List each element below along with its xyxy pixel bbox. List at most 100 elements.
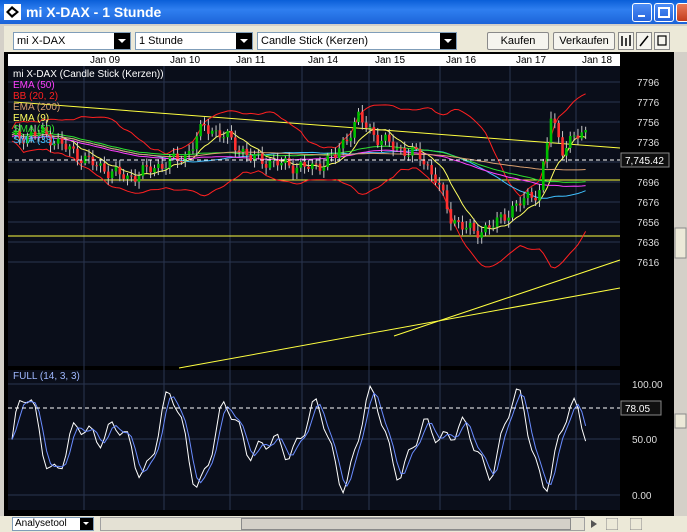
chevron-down-icon [80,518,93,530]
candle-body [241,148,245,153]
maximize-button[interactable] [654,3,674,22]
minimize-button[interactable] [632,3,652,22]
candle-body [276,159,279,166]
app-icon [4,4,21,20]
candle-body [187,150,191,155]
candle-body [403,147,406,156]
y-tick-label: 7796 [637,78,660,89]
bar-chart-icon [621,35,631,46]
analysis-tool-select[interactable]: Analysetool [12,517,94,531]
candle-body [130,175,133,177]
candle-body [157,163,160,169]
candle-body [426,164,430,166]
zoom-out-icon[interactable] [606,518,618,530]
candle-body [110,171,114,179]
interval-value: 1 Stunde [139,35,184,47]
candle-body [549,118,553,143]
oscillator-panel [8,370,620,510]
y-tick-label: 7616 [637,258,660,269]
candle-body [491,226,495,228]
chart-area[interactable]: Jan 09 Jan 10 Jan 11 Jan 14 Jan 15 Jan 16 Jan … [4,52,687,516]
candle-body [445,190,449,210]
candle-body [60,138,64,144]
y-tick-label: 7736 [637,138,660,149]
candle-body [545,142,549,162]
sell-button[interactable]: Verkaufen [553,32,615,50]
candle-body [172,153,175,157]
candle-body [515,203,518,206]
candle-body [368,127,372,129]
candle-body [553,118,557,123]
legend-entry: EMA (50) [13,80,55,91]
candle-body [380,140,383,146]
draw-line-button[interactable] [636,32,652,50]
candle-body [388,134,391,142]
candle-body [353,121,356,138]
candle-body [511,205,514,218]
vertical-scrollbar[interactable] [674,52,687,516]
candle-body [484,225,487,233]
chart-toolbar: mi X-DAX 1 Stunde Candle Stick (Kerzen) … [4,26,687,54]
candle-body [230,130,233,138]
candle-body [72,146,75,149]
candle-body [418,149,422,160]
last-price-label: 7,745.42 [625,156,664,167]
chart-type-select[interactable]: Candle Stick (Kerzen) [257,32,457,50]
chart-canvas[interactable]: Jan 09 Jan 10 Jan 11 Jan 14 Jan 15 Jan 16 Jan … [4,52,687,516]
candle-body [361,111,364,123]
candle-body [268,160,272,168]
candle-body [191,149,195,151]
close-button[interactable] [676,3,687,22]
candle-body [295,167,299,174]
candle-body [87,155,91,157]
interval-select[interactable]: 1 Stunde [135,32,253,50]
horizontal-scrollbar[interactable] [100,517,585,531]
candle-body [576,135,580,139]
x-tick-label: Jan 17 [516,55,546,66]
scrollbar-thumb[interactable] [241,518,571,530]
instrument-select[interactable]: mi X-DAX [13,32,131,50]
candle-body [538,190,541,201]
candle-body [245,148,249,156]
candle-body [168,156,172,169]
x-tick-label: Jan 15 [375,55,405,66]
scrollbar-track [674,52,687,516]
candle-body [522,198,526,206]
candle-body [234,137,237,151]
candle-body [337,148,341,159]
candle-body [145,165,149,167]
chevron-right-icon[interactable] [588,518,600,530]
candle-body [411,147,414,156]
legend-entry: EMA (9) [13,113,49,124]
candle-body [80,160,83,164]
expand-button[interactable] [654,32,670,50]
candle-body [318,163,322,171]
candle-body [149,166,152,173]
candle-body [56,138,60,144]
candle-body [357,111,360,122]
candle-body [195,136,199,150]
candle-body [137,176,141,182]
oscillator-tick-label: 100.00 [632,380,663,391]
candle-body [257,153,260,155]
candle-body [430,165,433,175]
pencil-icon [639,35,649,47]
legend-entry: BB (20, 2) [13,91,58,102]
candle-body [91,156,95,166]
candle-body [449,209,453,224]
candle-body [495,217,499,227]
candle-body [399,147,403,149]
bar-chart-button[interactable] [618,32,634,50]
candle-body [307,166,310,169]
expand-icon [657,35,667,46]
legend-entry: mi X-DAX (Candle Stick (Kerzen)) [13,69,164,80]
zoom-in-icon[interactable] [630,518,642,530]
candle-body [299,161,303,168]
analysis-tool-value: Analysetool [15,518,67,529]
candle-body [291,165,295,174]
buy-button[interactable]: Kaufen [487,32,549,50]
candle-body [226,130,229,138]
candle-body [507,217,510,221]
y-tick-label: 7676 [637,198,660,209]
candle-body [453,220,457,224]
